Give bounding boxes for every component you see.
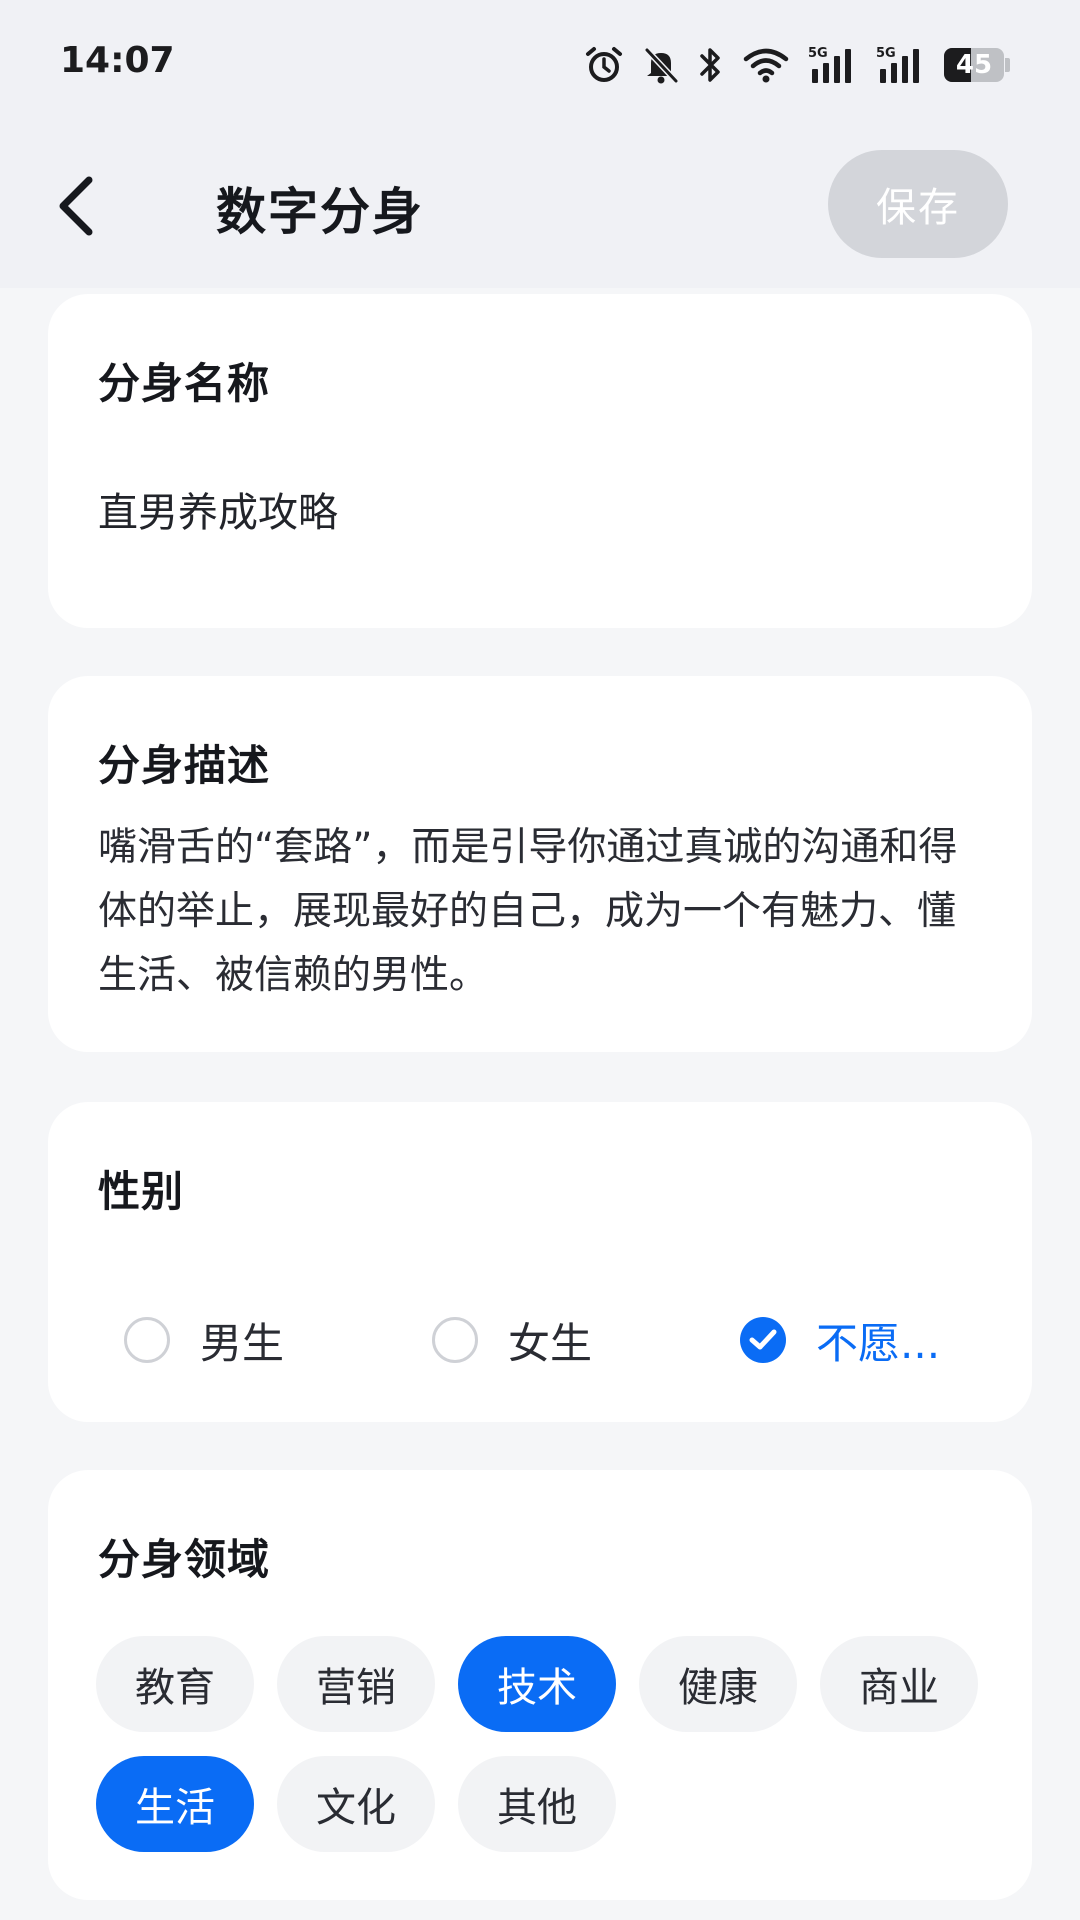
gender-option-label: 不愿...: [816, 1318, 941, 1368]
name-card-title: 分身名称: [98, 359, 271, 408]
gender-option-male[interactable]: 男生: [124, 1300, 284, 1380]
domain-tag-life[interactable]: 生活: [96, 1756, 254, 1852]
description-card-title: 分身描述: [98, 741, 271, 790]
svg-text:5G: 5G: [876, 46, 896, 61]
status-icons: 5G 5G 45: [584, 40, 1010, 90]
battery-level: 45: [955, 50, 993, 80]
gender-option-female[interactable]: 女生: [432, 1300, 592, 1380]
gender-option-label: 男生: [200, 1318, 285, 1368]
alarm-icon: [584, 45, 624, 85]
gender-option-label: 女生: [508, 1318, 593, 1368]
domain-tag-health[interactable]: 健康: [639, 1636, 797, 1732]
svg-text:5G: 5G: [808, 46, 828, 61]
radio-unchecked-icon[interactable]: [432, 1317, 478, 1363]
signal-5g-icon: 5G: [808, 45, 858, 85]
domain-tag-technology[interactable]: 技术: [458, 1636, 616, 1732]
back-button[interactable]: [40, 168, 110, 248]
battery-icon: 45: [944, 48, 1010, 82]
domain-tag-education[interactable]: 教育: [96, 1636, 254, 1732]
name-card: 分身名称 直男养成攻略: [48, 294, 1032, 628]
bluetooth-icon: [698, 45, 724, 85]
wifi-icon: [742, 45, 790, 85]
gender-card: 性别 男生 女生 不愿...: [48, 1102, 1032, 1422]
domain-tag-other[interactable]: 其他: [458, 1756, 616, 1852]
radio-unchecked-icon[interactable]: [124, 1317, 170, 1363]
save-button[interactable]: 保存: [828, 150, 1008, 258]
page-title: 数字分身: [216, 183, 424, 241]
domain-tag-culture[interactable]: 文化: [277, 1756, 435, 1852]
bell-off-icon: [642, 45, 680, 85]
status-bar: 14:07 5G 5G 45: [0, 0, 1080, 128]
signal-5g-icon: 5G: [876, 45, 926, 85]
gender-option-undisclosed[interactable]: 不愿...: [740, 1300, 940, 1380]
avatar-name-input[interactable]: 直男养成攻略: [98, 480, 338, 538]
description-card: 分身描述 嘴滑舌的“套路”，而是引导你通过真诚的沟通和得体的举止，展现最好的自己…: [48, 676, 1032, 1052]
domain-tag-business[interactable]: 商业: [820, 1636, 978, 1732]
radio-checked-icon[interactable]: [740, 1317, 786, 1363]
gender-card-title: 性别: [98, 1167, 185, 1216]
chevron-left-icon: [53, 174, 97, 242]
domain-tag-marketing[interactable]: 营销: [277, 1636, 435, 1732]
description-textarea[interactable]: 嘴滑舌的“套路”，而是引导你通过真诚的沟通和得体的举止，展现最好的自己，成为一个…: [98, 816, 988, 1008]
domain-card-title: 分身领域: [98, 1535, 271, 1584]
domain-card: 分身领域 教育 营销 技术 健康 商业 生活 文化 其他: [48, 1470, 1032, 1900]
header-bar: 数字分身 保存: [0, 128, 1080, 288]
status-time: 14:07: [60, 40, 175, 81]
